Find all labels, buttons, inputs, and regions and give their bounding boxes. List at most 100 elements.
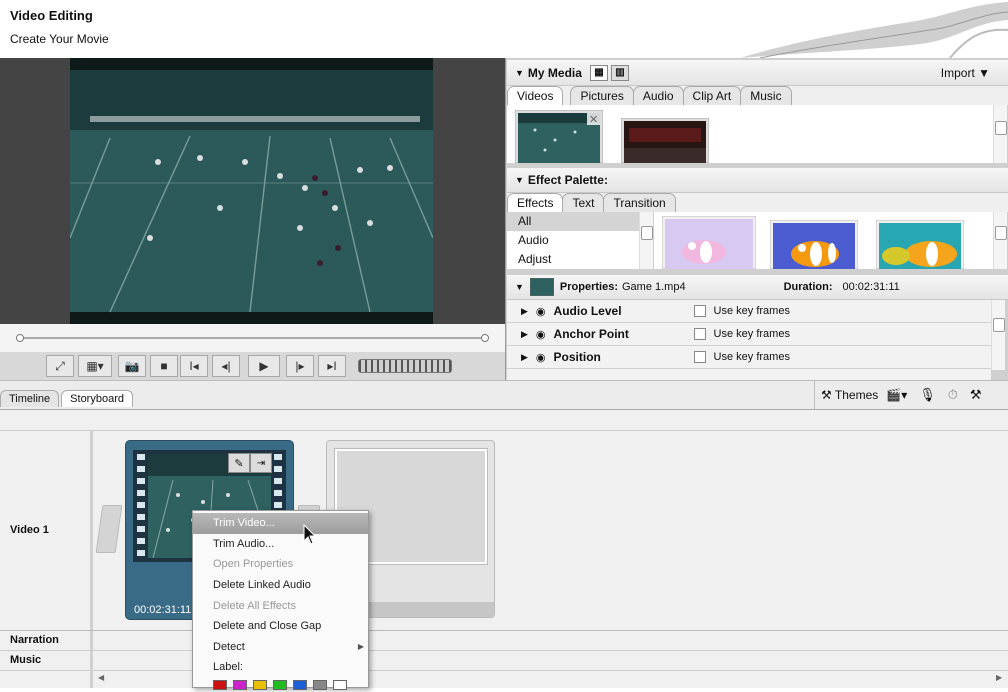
scroll-left-icon[interactable]: ◀	[98, 673, 104, 682]
label-color-swatches	[193, 678, 368, 692]
scrub-track[interactable]	[18, 337, 486, 339]
scrub-end-handle[interactable]	[481, 334, 489, 342]
collapse-arrow-icon[interactable]: ▼	[515, 282, 524, 292]
app-subtitle: Create Your Movie	[10, 32, 109, 46]
submenu-arrow-icon: ▶	[357, 642, 364, 652]
resize-icon[interactable]: ⤢	[46, 355, 74, 377]
properties-scrollbar[interactable]	[991, 300, 1005, 370]
use-key-frames-checkbox[interactable]	[693, 351, 706, 363]
use-key-frames-checkbox[interactable]	[693, 328, 706, 340]
media-thumbnail-game2[interactable]	[621, 118, 709, 163]
clapper-icon[interactable]: 🎬▾	[886, 388, 907, 402]
microphone-icon[interactable]: 🎙	[919, 387, 936, 403]
use-key-frames-label: Use key frames	[713, 305, 790, 317]
effect-scrollbar[interactable]	[993, 212, 1007, 269]
property-row-anchor-point[interactable]: ▶ ◉ Anchor Point Use key frames	[507, 323, 991, 346]
tab-timeline[interactable]: Timeline	[0, 390, 60, 407]
effect-scroll-thumb[interactable]	[995, 226, 1007, 240]
media-thumbnail-game1[interactable]: ✕	[515, 110, 603, 163]
video-preview-frame[interactable]	[70, 58, 433, 324]
app-title: Video Editing	[10, 8, 93, 23]
detect-label: Detect	[213, 640, 245, 653]
collapse-arrow-icon[interactable]: ▼	[515, 68, 524, 78]
property-row-position[interactable]: ▶ ◉ Position Use key frames	[507, 346, 991, 369]
label-color-swatch[interactable]	[233, 679, 247, 690]
effect-thumb-color[interactable]	[876, 220, 964, 269]
category-scrollbar[interactable]	[639, 212, 653, 269]
grid-view-icon[interactable]: ▦	[589, 64, 608, 81]
mark-in-icon[interactable]: I◂	[180, 355, 208, 377]
expand-arrow-icon[interactable]: ▶	[521, 306, 528, 317]
tab-videos[interactable]: Videos	[507, 86, 564, 105]
label-color-swatch[interactable]	[333, 679, 347, 690]
property-row-audio-level[interactable]: ▶ ◉ Audio Level Use key frames	[507, 300, 991, 323]
tab-effects[interactable]: Effects	[507, 193, 564, 212]
label-color-swatch[interactable]	[273, 679, 287, 690]
effect-thumb-soft[interactable]	[662, 216, 756, 269]
next-frame-icon[interactable]: |▸	[286, 355, 314, 377]
use-key-frames-label: Use key frames	[713, 351, 790, 363]
menu-item-delete-linked-audio[interactable]: Delete Linked Audio	[193, 575, 368, 596]
track-label-music: Music	[10, 654, 42, 666]
tab-clip-art[interactable]: Clip Art	[682, 86, 742, 105]
label-color-swatch[interactable]	[213, 679, 227, 690]
timer-icon[interactable]: ⏱	[948, 387, 958, 403]
tab-storyboard[interactable]: Storyboard	[61, 390, 133, 407]
category-adjust[interactable]: Adjust	[507, 250, 652, 269]
playhead-handle[interactable]	[16, 334, 24, 342]
menu-item-label: Label:	[213, 661, 243, 674]
jog-shuttle[interactable]	[358, 359, 452, 373]
menu-item-open-properties[interactable]: Open Properties	[193, 554, 368, 575]
tab-transition[interactable]: Transition	[603, 193, 676, 212]
properties-scroll-thumb[interactable]	[993, 318, 1005, 332]
label-color-swatch[interactable]	[313, 679, 327, 690]
tab-music[interactable]: Music	[740, 86, 792, 105]
tab-text[interactable]: Text	[562, 193, 605, 212]
menu-item-delete-all-effects[interactable]: Delete All Effects	[193, 595, 368, 616]
scroll-right-icon[interactable]: ▶	[996, 673, 1002, 682]
collapse-arrow-icon[interactable]: ▼	[515, 175, 524, 185]
menu-item-detect[interactable]: Detect ▶	[193, 637, 368, 658]
label-color-swatch[interactable]	[293, 679, 307, 690]
menu-item-delete-close-gap[interactable]: Delete and Close Gap	[193, 616, 368, 637]
effect-palette-header: ▼ Effect Palette:	[507, 168, 1008, 193]
media-scroll-thumb[interactable]	[995, 121, 1007, 135]
import-label: Import	[940, 65, 975, 80]
import-button[interactable]: Import ▼	[941, 66, 990, 80]
stop-icon[interactable]: ■	[150, 355, 178, 377]
media-scrollbar[interactable]	[993, 105, 1007, 163]
edit-pencil-icon[interactable]: ✎	[228, 453, 250, 473]
label-color-swatch[interactable]	[253, 679, 267, 690]
timeline-tabs: Timeline Storyboard	[0, 390, 133, 407]
properties-file: Game 1.mp4	[622, 281, 686, 293]
keyframe-dot-icon[interactable]: ◉	[536, 305, 546, 318]
menu-item-trim-video[interactable]: Trim Video...	[193, 513, 368, 534]
use-key-frames-checkbox[interactable]	[693, 305, 706, 317]
duration-value: 00:02:31:11	[842, 281, 900, 293]
mark-out-icon[interactable]: ▸I	[318, 355, 346, 377]
menu-item-trim-audio[interactable]: Trim Audio...	[193, 534, 368, 555]
play-icon[interactable]: ▶	[248, 355, 280, 377]
mouse-cursor-icon	[303, 524, 317, 545]
themes-button[interactable]: ⚒ Themes	[821, 388, 878, 402]
clip-context-menu: Trim Video... Trim Audio... Open Propert…	[192, 510, 369, 690]
effect-tabs: Effects Text Transition	[507, 193, 1008, 212]
category-scroll-thumb[interactable]	[641, 226, 653, 240]
expand-arrow-icon[interactable]: ▶	[521, 329, 528, 340]
effect-palette-title: Effect Palette:	[527, 173, 608, 187]
camera-icon[interactable]: 📷	[118, 355, 146, 377]
category-audio[interactable]: Audio	[507, 231, 652, 250]
list-view-icon[interactable]: ▥	[610, 64, 629, 81]
tools-icon[interactable]: ⚒	[970, 387, 982, 403]
divider	[0, 430, 1008, 431]
view-mode-icon[interactable]: ▦▾	[78, 355, 112, 377]
keyframe-dot-icon[interactable]: ◉	[536, 328, 546, 341]
tab-audio[interactable]: Audio	[632, 86, 684, 105]
trim-arrow-icon[interactable]: ⇥	[250, 453, 272, 473]
tab-pictures[interactable]: Pictures	[570, 86, 634, 105]
keyframe-dot-icon[interactable]: ◉	[536, 351, 546, 364]
effect-thumb-vivid[interactable]	[770, 220, 858, 269]
expand-arrow-icon[interactable]: ▶	[521, 352, 528, 363]
category-all[interactable]: All	[507, 212, 652, 231]
prev-frame-icon[interactable]: ◂|	[212, 355, 240, 377]
